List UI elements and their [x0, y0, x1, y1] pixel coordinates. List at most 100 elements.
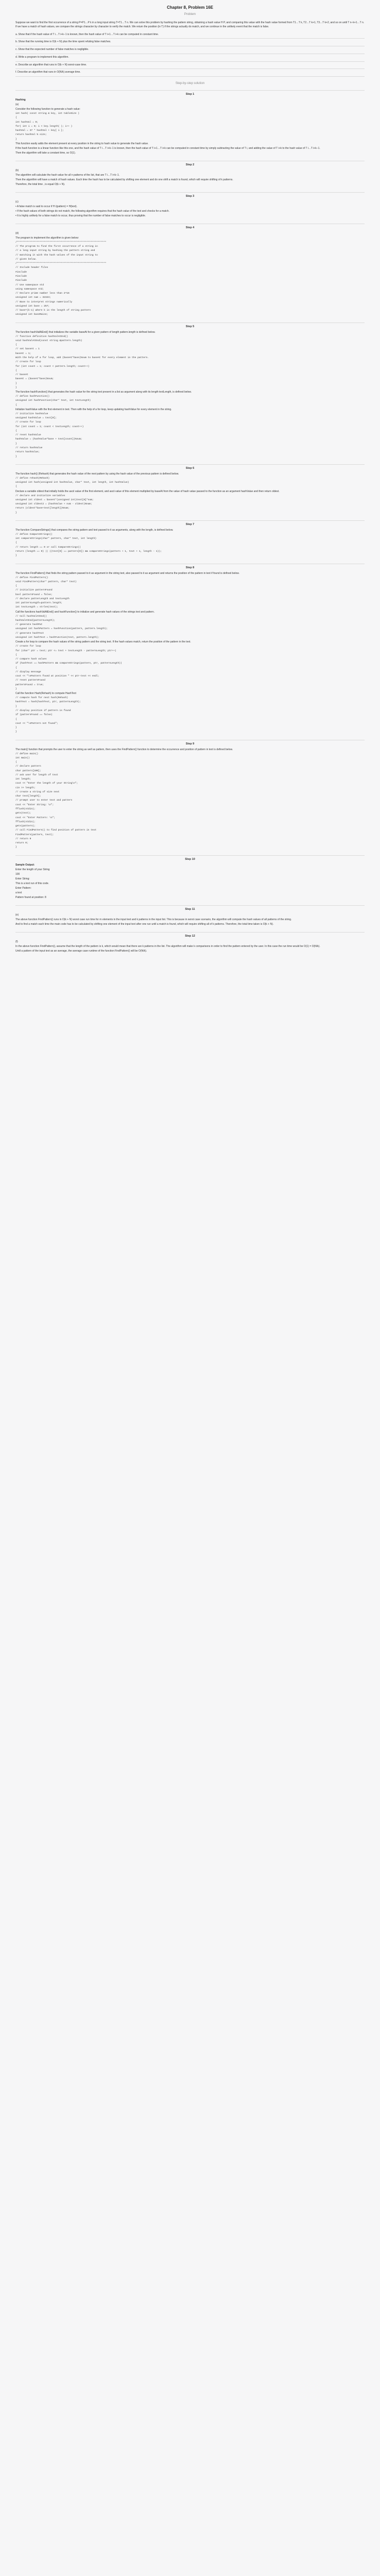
code-line: #include — [15, 279, 27, 282]
code-line: gets(text); — [15, 812, 31, 815]
step-body: Sample Output: Enter the length of your S… — [15, 863, 365, 900]
text-line: The program to implement the algorithm i… — [15, 236, 79, 240]
step-body: The function CompareStrings() that compa… — [15, 528, 365, 558]
code-line: // display message cout << "\nPattern fo… — [15, 670, 99, 678]
text-line: Enter String: — [15, 877, 30, 880]
solution-tab[interactable]: Step-by-step solution — [0, 82, 380, 85]
text-line: • It is highly unlikely for a false matc… — [15, 214, 146, 217]
step-label: Step 6 — [15, 464, 365, 470]
step-label: Step 5 — [15, 322, 365, 328]
code-line: With the help of a for loop, add (baseAt… — [15, 356, 149, 359]
solution-step: Step 11 (e) The above function FindPattern… — [15, 905, 365, 927]
step-label: Step 2 — [15, 160, 365, 166]
text-line: Call the functions hashValAtEnd() and ha… — [15, 610, 155, 614]
code-line: // define FindPattern() void FindPattern… — [15, 576, 77, 588]
text-line: This function easily adds the element pr… — [15, 142, 149, 145]
code-line: // The program to find the first occurre… — [15, 245, 98, 261]
text-line: • A false match is said to occur if H i(… — [15, 205, 77, 208]
text-line: And to find a match each time the main c… — [15, 922, 274, 926]
code-line: // declare pattern char pattern[100]; — [15, 765, 41, 772]
step-label: Step 11 — [15, 905, 365, 911]
text-line: Consider the following function to gener… — [15, 108, 80, 111]
text-line: Create a for loop to compare the hash va… — [15, 640, 191, 644]
solution-step: Step 9 The main() function that prompts t… — [15, 739, 365, 850]
solution-step: Step 1 Hashing (a) Consider the following f… — [15, 90, 365, 156]
code-line: // baseAt baseAt = (baseAt*base)%num; } … — [15, 374, 54, 389]
code-line: // Call hashValAtEnd() hashValAtEnd(patt… — [15, 615, 56, 622]
text-line: Until a pattern of the input text as an … — [15, 949, 147, 953]
code-line: // create for loop for (char* ptr = text… — [15, 645, 116, 656]
code-line: // create for loop for (int count = 1; c… — [15, 421, 84, 432]
code-line: cout << "\nPattern not found"; } } — [15, 722, 58, 734]
text-line: In the above function FindPattern(), ass… — [15, 944, 320, 948]
step-body: (e) The above function FindPattern() runs… — [15, 913, 365, 927]
text-line: • If the hash values of both strings do … — [15, 209, 169, 213]
solution-step: Step 12 (f) In the above function FindPatt… — [15, 931, 365, 954]
problem-part: e. Describe an algorithm that runs in O(… — [15, 62, 365, 70]
code-line: // Declare prime number less than 2^16 — [15, 292, 70, 295]
step-body: The function hash() (Rehash) that genera… — [15, 472, 365, 515]
text-line: Initialize hashValue with the first elem… — [15, 408, 172, 411]
code-line: // prompt user to enter text and pattern… — [15, 799, 73, 811]
code-line: // define CompareStrings() int compareSt… — [15, 533, 97, 545]
solution-step: Step 6 The function hash() (Rehash) that … — [15, 464, 365, 515]
code-line: #include — [15, 275, 27, 278]
code-line: // Use namespace std — [15, 283, 44, 286]
code-line: // generate hashPat unsigned int hashPat… — [15, 623, 108, 631]
code-line: // function definition hashValAtEnd() — [15, 335, 68, 338]
text-line: (d) — [15, 231, 19, 235]
code-line: // create for loop for (int count = 1; c… — [15, 361, 90, 372]
step-body: (b) The algorithm will calculate the hash… — [15, 168, 365, 187]
code-line: // reset hashValue hashValue = (hashValu… — [15, 434, 82, 445]
text-line: The main() function that prompts the use… — [15, 748, 233, 751]
code-line: // create a string of size next char tex… — [15, 790, 60, 798]
chapter-title: Chapter 8, Problem 16E — [167, 5, 213, 10]
header: Chapter 8, Problem 16E Problem — [0, 0, 380, 16]
problem-part: a. Show that if the hash value of T i…T … — [15, 31, 365, 39]
step-label: Step 8 — [15, 563, 365, 569]
code-line: // return hashValue return hashValue; } — [15, 447, 43, 458]
solution-step: Step 4 (d) The program to implement the al… — [15, 223, 365, 317]
step-body: (c) • A false match is said to occur if H… — [15, 200, 365, 218]
text-line: The algorithm will calculate the hash va… — [15, 173, 120, 177]
text-line: Therefore, the total time , is equal O(k… — [15, 182, 65, 186]
solution-step: Step 2 (b) The algorithm will calculate th… — [15, 160, 365, 187]
solution-steps: Step 1 Hashing (a) Consider the following f… — [0, 90, 380, 954]
code-line: fflush(stdin); — [15, 820, 36, 823]
code-line: #include — [15, 270, 27, 274]
step-label: Step 3 — [15, 192, 365, 198]
text-line: (b) — [15, 168, 19, 172]
text-line: (a) — [15, 103, 19, 106]
code-line: // base^(k-1) where k is the length of s… — [15, 309, 91, 312]
code-line: cout << "Enter Pattern: \n"; — [15, 816, 56, 819]
step-label: Step 12 — [15, 931, 365, 938]
text-line: The function CompareStrings() that compa… — [15, 528, 174, 532]
code-line: /***************************************… — [15, 262, 107, 265]
code-line: // Include header files — [15, 266, 48, 269]
code-line: // compute hash for next hash(Rehash) ha… — [15, 697, 81, 708]
code-line: // generate hashText unsigned int hashTe… — [15, 632, 99, 639]
code-line: int hash( const string & key, int tableS… — [15, 112, 80, 120]
step-body: The main() function that prompts the use… — [15, 748, 365, 850]
code-line: unsigned int oldest2 = (hashValue + num … — [15, 503, 92, 506]
step-body: The function FindPattern() that finds th… — [15, 571, 365, 735]
code-line: // reset patternFound patternFound = tru… — [15, 679, 45, 690]
text-line: If the hash function is a linear functio… — [15, 146, 320, 150]
code-line: // define hashFunction() unsigned int ha… — [15, 395, 91, 406]
code-line: void hashValAtEnd(const string &pattern.… — [15, 339, 82, 347]
code-line: // return length == 0 or call CompareStr… — [15, 546, 162, 557]
code-line: // Base to interpret strings numerically — [15, 300, 73, 303]
code-line: // set baseAt = 1 baseAt = 1; — [15, 348, 40, 355]
text-line: The function hash() (Rehash) that genera… — [15, 472, 179, 476]
problem-paragraph: Suppose we want to find the first occurr… — [15, 21, 365, 28]
code-line: int hashVal = 0; — [15, 121, 39, 124]
text-line: Then the algorithm will have a match of … — [15, 178, 233, 181]
code-line: return hashVal % size; } — [15, 133, 47, 141]
code-line: unsigned int baseRaise; — [15, 313, 48, 316]
text-line: The function hashValAtEnd() that initial… — [15, 330, 156, 334]
code-line: /***************************************… — [15, 241, 107, 244]
code-line: // display position if pattern is found … — [15, 709, 71, 721]
step-label: Step 10 — [15, 855, 365, 861]
text-line: Enter Pattern: — [15, 886, 31, 890]
problem-tab[interactable]: Problem — [184, 13, 196, 16]
